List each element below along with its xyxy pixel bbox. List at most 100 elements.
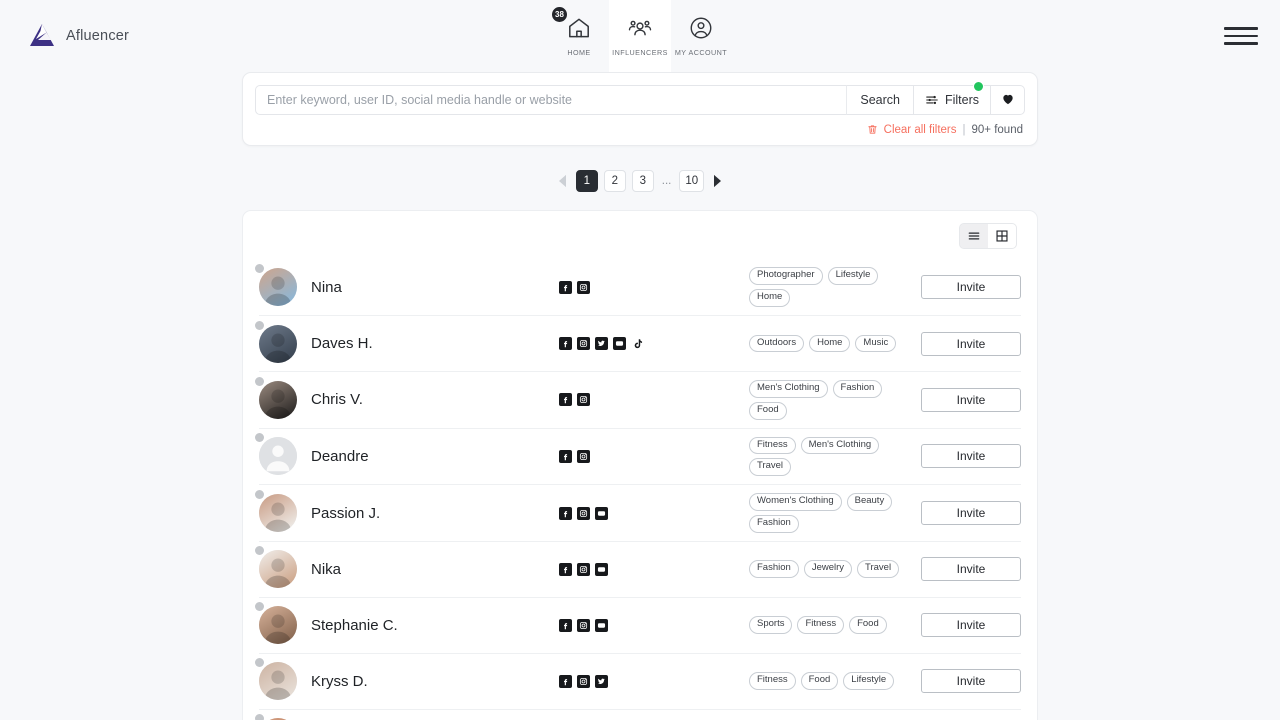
table-row[interactable]: Deandre Fitness Men's Clothing Travel Invite <box>259 428 1021 485</box>
category-tag[interactable]: Lifestyle <box>828 267 879 285</box>
page-button-1[interactable]: 1 <box>576 170 598 192</box>
category-tag[interactable]: Men's Clothing <box>749 380 828 398</box>
category-tag[interactable]: Fitness <box>749 437 796 455</box>
instagram-icon[interactable] <box>577 450 590 463</box>
avatar-wrapper[interactable] <box>259 550 297 588</box>
category-tag[interactable]: Fashion <box>833 380 883 398</box>
table-row[interactable]: Chris V. Men's Clothing Fashion Food Invite <box>259 371 1021 428</box>
category-tag[interactable]: Men's Clothing <box>801 437 880 455</box>
facebook-icon[interactable] <box>559 619 572 632</box>
facebook-icon[interactable] <box>559 450 572 463</box>
brand-logo-area[interactable]: Afluencer <box>28 22 129 50</box>
avatar-wrapper[interactable] <box>259 381 297 419</box>
influencer-identity[interactable]: Nina <box>259 268 559 306</box>
influencer-identity[interactable]: Nika <box>259 550 559 588</box>
table-row[interactable]: Nina Photographer Lifestyle Home Invite <box>259 259 1021 315</box>
page-button-2[interactable]: 2 <box>604 170 626 192</box>
twitter-icon[interactable] <box>595 337 608 350</box>
facebook-icon[interactable] <box>559 337 572 350</box>
facebook-icon[interactable] <box>559 393 572 406</box>
category-tag[interactable]: Music <box>855 335 896 353</box>
trash-icon[interactable] <box>867 124 878 136</box>
avatar-wrapper[interactable] <box>259 606 297 644</box>
instagram-icon[interactable] <box>577 619 590 632</box>
table-row[interactable]: Kryss D. Fitness FoodLifestyle Invite <box>259 653 1021 709</box>
influencer-identity[interactable]: Chris V. <box>259 381 559 419</box>
youtube-icon[interactable] <box>595 619 608 632</box>
category-tag[interactable]: Outdoors <box>749 335 804 353</box>
page-button-last[interactable]: 10 <box>679 170 704 192</box>
tiktok-icon[interactable] <box>631 337 644 350</box>
twitter-icon[interactable] <box>595 675 608 688</box>
influencer-identity[interactable]: Deandre <box>259 437 559 475</box>
hamburger-menu-icon[interactable] <box>1224 27 1258 45</box>
table-row[interactable]: Nika Fashion Jewelry Travel Invite <box>259 541 1021 597</box>
category-tag[interactable]: Fashion <box>749 515 799 533</box>
search-input[interactable] <box>255 85 846 115</box>
instagram-icon[interactable] <box>577 563 590 576</box>
category-tag[interactable]: Jewelry <box>804 560 852 578</box>
avatar-wrapper[interactable] <box>259 494 297 532</box>
favorites-button[interactable] <box>991 85 1025 115</box>
youtube-icon[interactable] <box>595 563 608 576</box>
category-tag[interactable]: Fashion <box>749 560 799 578</box>
category-tag[interactable]: Home <box>749 289 790 307</box>
category-tag[interactable]: Lifestyle <box>843 672 894 690</box>
facebook-icon[interactable] <box>559 675 572 688</box>
category-tag[interactable]: Food <box>801 672 839 690</box>
chevron-left-icon[interactable] <box>556 172 570 190</box>
invite-button[interactable]: Invite <box>921 501 1021 525</box>
table-row[interactable]: Stephanie C. Sports Fitness Food Invite <box>259 597 1021 653</box>
table-row[interactable]: Daves H. Outdoors Home Music Invite <box>259 315 1021 371</box>
category-tag[interactable]: Fitness <box>797 616 844 634</box>
avatar-wrapper[interactable] <box>259 437 297 475</box>
invite-button[interactable]: Invite <box>921 388 1021 412</box>
invite-button[interactable]: Invite <box>921 613 1021 637</box>
instagram-icon[interactable] <box>577 281 590 294</box>
nav-item-influencers[interactable]: INFLUENCERS <box>609 0 671 72</box>
category-tag[interactable]: Photographer <box>749 267 823 285</box>
avatar <box>259 550 297 588</box>
list-view-button[interactable] <box>960 224 988 248</box>
youtube-icon[interactable] <box>595 507 608 520</box>
nav-item-home[interactable]: 38 HOME <box>549 0 609 72</box>
invite-button[interactable]: Invite <box>921 332 1021 356</box>
nav-item-my-account[interactable]: MY ACCOUNT <box>671 0 731 72</box>
avatar-wrapper[interactable] <box>259 325 297 363</box>
table-row[interactable]: Passion J. Women's Clothing Beauty Fashion I… <box>259 484 1021 541</box>
grid-view-button[interactable] <box>988 224 1016 248</box>
category-tag[interactable]: Food <box>849 616 887 634</box>
category-tag[interactable]: Sports <box>749 616 792 634</box>
chevron-right-icon[interactable] <box>710 172 724 190</box>
clear-all-filters-link[interactable]: Clear all filters <box>884 124 957 136</box>
table-row[interactable] <box>259 709 1021 720</box>
category-tag[interactable]: Travel <box>857 560 899 578</box>
instagram-icon[interactable] <box>577 507 590 520</box>
youtube-icon[interactable] <box>613 337 626 350</box>
avatar-wrapper[interactable] <box>259 268 297 306</box>
category-tag[interactable]: Travel <box>749 458 791 476</box>
category-tag[interactable]: Food <box>749 402 787 420</box>
facebook-icon[interactable] <box>559 281 572 294</box>
page-button-3[interactable]: 3 <box>632 170 654 192</box>
invite-button[interactable]: Invite <box>921 557 1021 581</box>
influencer-identity[interactable]: Passion J. <box>259 494 559 532</box>
instagram-icon[interactable] <box>577 393 590 406</box>
influencer-identity[interactable]: Kryss D. <box>259 662 559 700</box>
search-button[interactable]: Search <box>846 85 914 115</box>
instagram-icon[interactable] <box>577 675 590 688</box>
facebook-icon[interactable] <box>559 563 572 576</box>
category-tag[interactable]: Fitness <box>749 672 796 690</box>
invite-button[interactable]: Invite <box>921 444 1021 468</box>
facebook-icon[interactable] <box>559 507 572 520</box>
category-tag[interactable]: Women's Clothing <box>749 493 842 511</box>
influencer-identity[interactable]: Stephanie C. <box>259 606 559 644</box>
filters-button[interactable]: Filters <box>914 85 991 115</box>
instagram-icon[interactable] <box>577 337 590 350</box>
category-tag[interactable]: Home <box>809 335 850 353</box>
category-tag[interactable]: Beauty <box>847 493 893 511</box>
invite-button[interactable]: Invite <box>921 669 1021 693</box>
influencer-identity[interactable]: Daves H. <box>259 325 559 363</box>
invite-button[interactable]: Invite <box>921 275 1021 299</box>
avatar-wrapper[interactable] <box>259 662 297 700</box>
